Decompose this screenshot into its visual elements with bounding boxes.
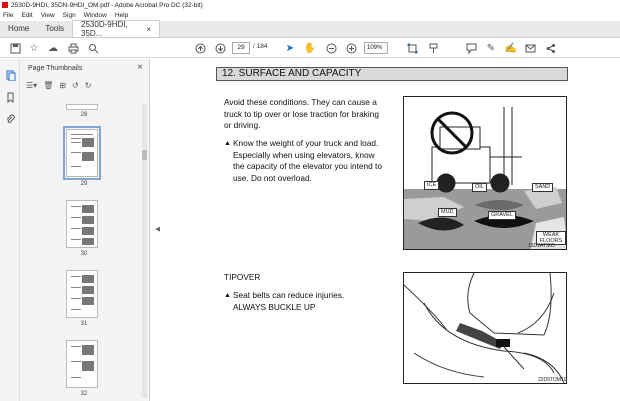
sign-icon[interactable]: ✍ [504,41,518,55]
figure-seat-belt: 22D9TOM10 [403,272,567,384]
figure-surface-conditions: ICE OIL SAND MUD GRAVEL WEAK FLOORS 15D9… [403,96,567,250]
highlight-pen-icon[interactable]: ✎ [484,41,498,55]
warning-triangle-icon: ▲ [224,292,231,299]
thumbnail-label: 29 [80,181,88,187]
figure2-code: 22D9TOM10 [538,377,567,383]
page-thumbnails-panel: Page Thumbnails × ☰▾ 🗑 ⊞ ↺ ↻ 28 29 30 31… [20,59,150,401]
tab-bar: Home Tools 2530D-9HDI, 35D... × [0,20,620,38]
menu-sign[interactable]: Sign [63,12,76,19]
tab-document[interactable]: 2530D-9HDI, 35D... × [72,20,161,38]
scroll-mode-icon[interactable] [426,41,440,55]
thumbnail-page-29[interactable] [63,126,101,180]
title-bar: 2530D-9HDI, 35DN-9HDI_OM.pdf - Adobe Acr… [0,0,620,10]
zoom-out-icon[interactable] [324,41,338,55]
send-for-signature-icon[interactable] [523,41,537,55]
thumbnail-label: 31 [80,321,88,327]
thumbnail-scrollbar[interactable] [142,104,147,398]
options-menu-icon[interactable]: ☰▾ [26,81,37,93]
page-total: / 184 [253,43,268,50]
window-title: 2530D-9HDI, 35DN-9HDI_OM.pdf - Adobe Acr… [11,1,203,9]
page-number-input[interactable]: 29 [232,42,250,54]
insert-page-icon[interactable]: ⊞ [59,81,66,93]
zoom-level-select[interactable]: 109% [364,42,388,54]
menu-help[interactable]: Help [115,12,128,19]
bookmarks-icon[interactable] [3,90,17,104]
zoom-in-icon[interactable] [344,41,358,55]
thumbnail-label: 28 [80,112,88,118]
share-icon[interactable] [543,41,557,55]
warning-triangle-icon: ▲ [224,140,231,147]
close-panel-icon[interactable]: × [137,62,143,73]
warning-text-line2: ALWAYS BUCKLE UP [233,301,316,312]
left-tool-strip [0,59,20,401]
warning-text: Know the weight of your truck and load. … [233,138,382,183]
thumbnail-label: 32 [80,391,88,397]
fit-page-icon[interactable] [405,41,419,55]
bookmark-star-icon[interactable]: ☆ [27,41,41,55]
previous-page-icon[interactable] [193,41,207,55]
menu-file[interactable]: File [3,12,13,19]
section-title: 12. SURFACE AND CAPACITY [216,67,568,81]
rotate-cw-icon[interactable]: ↻ [85,81,92,93]
panel-toolbar: ☰▾ 🗑 ⊞ ↺ ↻ [26,81,91,93]
tab-home[interactable]: Home [0,20,37,37]
warning-know-weight: ▲ Know the weight of your truck and load… [224,138,384,184]
warning-seat-belts: ▲ Seat belts can reduce injuries. ALWAYS… [224,290,384,313]
menu-view[interactable]: View [41,12,55,19]
tab-document-label: 2530D-9HDI, 35D... [81,20,128,38]
document-view: 12. SURFACE AND CAPACITY Avoid these con… [160,59,620,401]
next-page-icon[interactable] [213,41,227,55]
panel-title: Page Thumbnails [28,65,83,72]
scrollbar-thumb[interactable] [142,150,147,160]
print-icon[interactable] [66,41,80,55]
menu-edit[interactable]: Edit [21,12,32,19]
label-sand: SAND [532,183,554,192]
thumbnail-page-31[interactable] [66,270,98,318]
close-tab-icon[interactable]: × [146,25,151,34]
figure1-code: 15D9ATS65 [528,243,555,249]
select-cursor-icon[interactable]: ➤ [283,41,297,55]
warning-text-line1: Seat belts can reduce injuries. [233,290,345,300]
figure-seat-belt-illustration [404,273,566,383]
attachments-icon[interactable] [3,112,17,126]
menu-window[interactable]: Window [84,12,107,19]
thumbnail-page-32[interactable] [66,340,98,388]
paragraph-avoid-conditions: Avoid these conditions. They can cause a… [224,97,379,130]
rotate-ccw-icon[interactable]: ↺ [72,81,79,93]
main-toolbar: ☆ ☁ 29 / 184 ➤ ✋ 109% ✎ ✍ [0,38,620,58]
label-ice: ICE [424,181,440,190]
search-icon[interactable] [86,41,100,55]
label-mud: MUD [438,208,457,217]
figure-surface-illustration [404,97,566,249]
upload-cloud-icon[interactable]: ☁ [46,41,60,55]
thumbnail-page-28[interactable] [66,104,98,110]
save-icon[interactable] [8,41,22,55]
thumbnail-page-30[interactable] [66,200,98,248]
label-gravel: GRAVEL [488,211,516,220]
label-oil: OIL [472,183,487,192]
thumbnail-label: 30 [80,251,88,257]
tab-tools[interactable]: Tools [37,20,72,37]
tipover-heading: TIPOVER [224,272,261,282]
delete-page-icon[interactable]: 🗑 [43,81,53,93]
hand-tool-icon[interactable]: ✋ [303,41,317,55]
comment-icon[interactable] [464,41,478,55]
acrobat-logo-icon [2,2,8,8]
page-thumbnails-icon[interactable] [3,68,17,82]
